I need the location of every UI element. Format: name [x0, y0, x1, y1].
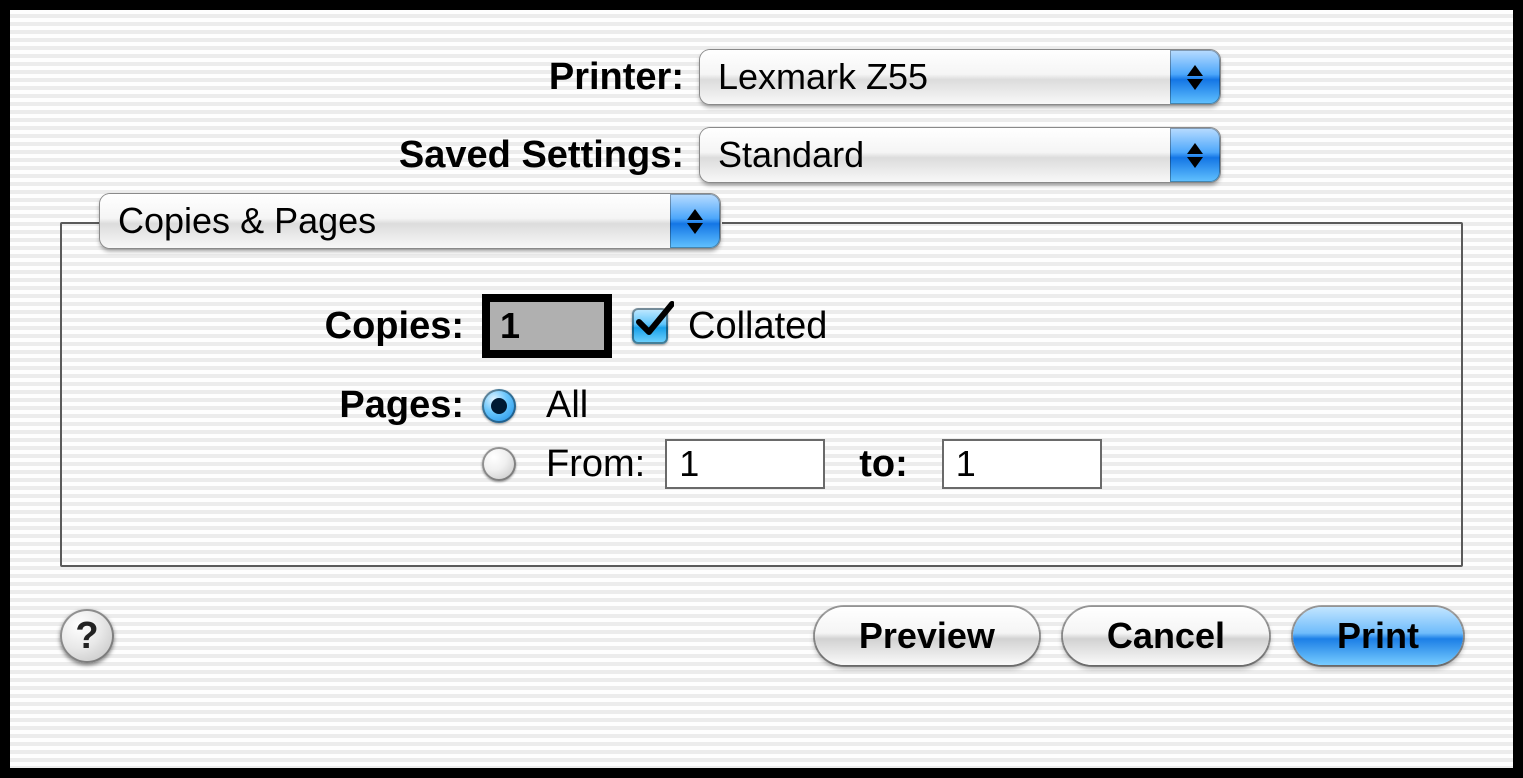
- pages-from-radio[interactable]: [482, 447, 516, 481]
- copies-pages-group: Copies & Pages Copies: 1: [60, 222, 1463, 567]
- saved-settings-select[interactable]: Standard: [700, 128, 1220, 182]
- pages-all-label: All: [546, 384, 588, 427]
- print-button[interactable]: Print: [1293, 607, 1463, 665]
- printer-select[interactable]: Lexmark Z55: [700, 50, 1220, 104]
- help-button[interactable]: ?: [60, 609, 114, 663]
- pages-from-label: From:: [546, 443, 645, 486]
- pages-row-all: Pages: All: [102, 384, 1421, 427]
- copies-row: Copies: 1 Collated: [102, 294, 1421, 358]
- preview-button-label: Preview: [859, 615, 995, 657]
- print-button-label: Print: [1337, 615, 1419, 657]
- section-select[interactable]: Copies & Pages: [100, 194, 720, 248]
- updown-icon: [1170, 50, 1220, 104]
- pages-all-radio[interactable]: [482, 389, 516, 423]
- help-icon: ?: [75, 615, 98, 658]
- cancel-button-label: Cancel: [1107, 615, 1225, 657]
- section-value: Copies & Pages: [118, 200, 376, 242]
- pages-row-from: From: 1 to: 1: [102, 439, 1421, 489]
- updown-icon: [1170, 128, 1220, 182]
- printer-value: Lexmark Z55: [718, 56, 928, 98]
- pages-to-input[interactable]: 1: [942, 439, 1102, 489]
- pages-to-label: to:: [859, 443, 908, 486]
- print-dialog: Printer: Lexmark Z55 Saved Settings: Sta…: [8, 8, 1515, 770]
- cancel-button[interactable]: Cancel: [1063, 607, 1269, 665]
- preview-button[interactable]: Preview: [815, 607, 1039, 665]
- dialog-button-bar: ? Preview Cancel Print: [60, 607, 1463, 665]
- saved-settings-value: Standard: [718, 134, 864, 176]
- saved-settings-label: Saved Settings:: [60, 134, 700, 177]
- updown-icon: [670, 194, 720, 248]
- pages-label: Pages:: [102, 384, 482, 427]
- collated-label: Collated: [688, 305, 827, 348]
- check-icon: [634, 300, 674, 340]
- saved-settings-row: Saved Settings: Standard: [60, 128, 1463, 182]
- printer-label: Printer:: [60, 56, 700, 99]
- pages-from-input[interactable]: 1: [665, 439, 825, 489]
- copies-input[interactable]: 1: [482, 294, 612, 358]
- collated-checkbox[interactable]: [632, 308, 668, 344]
- copies-label: Copies:: [102, 305, 482, 348]
- printer-row: Printer: Lexmark Z55: [60, 50, 1463, 104]
